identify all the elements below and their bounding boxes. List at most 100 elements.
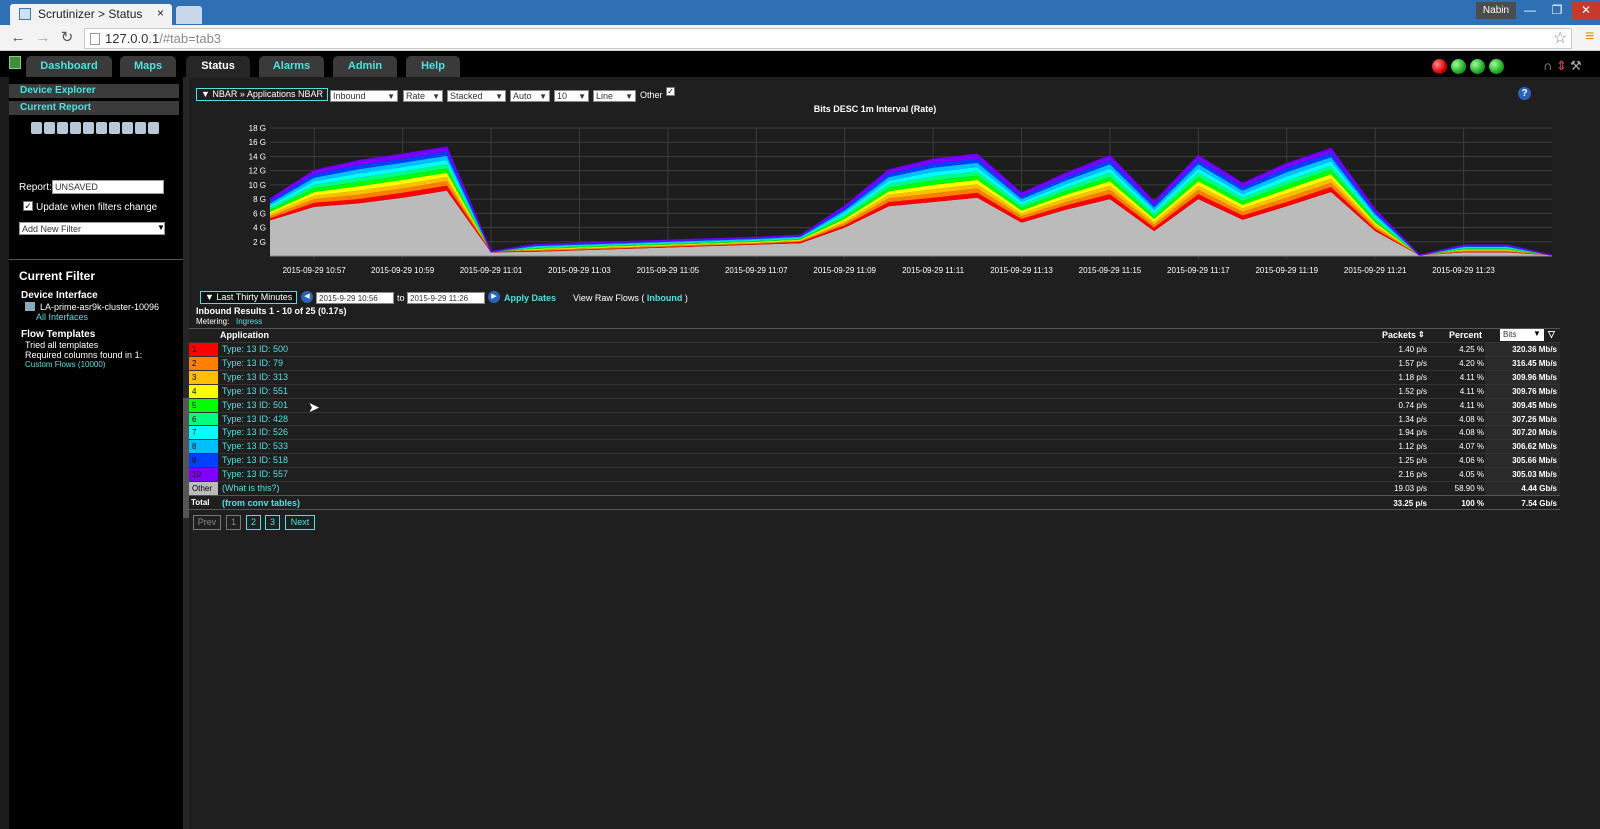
bookmark-star-icon[interactable]: ☆ (1553, 28, 1567, 48)
direction-select[interactable]: Inbound (330, 90, 398, 102)
headset-icon[interactable]: ∩ (1543, 58, 1552, 73)
app-link[interactable]: Type: 13 ID: 79 (222, 358, 283, 368)
other-checkbox[interactable]: ✓ (666, 87, 675, 96)
from-date-input[interactable]: 2015-9-29 10:56 (316, 292, 394, 304)
line-select[interactable]: Line (593, 90, 636, 102)
table-row[interactable]: 9 Type: 13 ID: 518 1.25 p/s 4.06 % 305.66 Mb… (189, 453, 1560, 468)
table-row[interactable]: 6 Type: 13 ID: 428 1.34 p/s 4.08 % 307.26 Mb… (189, 411, 1560, 426)
col-percent[interactable]: Percent (1449, 330, 1482, 340)
app-link[interactable]: Type: 13 ID: 533 (222, 441, 288, 451)
auto-select[interactable]: Auto (510, 90, 550, 102)
page-2-button[interactable]: 2 (246, 515, 261, 530)
stacked-select[interactable]: Stacked (447, 90, 506, 102)
col-packets[interactable]: Packets (1382, 330, 1416, 340)
status-red-icon[interactable] (1432, 59, 1447, 74)
chevron-down-icon: ▼ (1533, 329, 1541, 338)
all-interfaces-link[interactable]: All Interfaces (36, 312, 88, 322)
tab-status[interactable]: Status (186, 56, 250, 77)
total-packets: 33.25 p/s (1393, 499, 1427, 508)
table-row[interactable]: Other (What is this?) 19.03 p/s 58.90 % 4.44… (189, 481, 1560, 495)
status-green-icon[interactable] (1451, 59, 1466, 74)
report-name-input[interactable]: UNSAVED (52, 180, 164, 194)
app-link[interactable]: Type: 13 ID: 557 (222, 469, 288, 479)
report-tool-icon[interactable] (96, 122, 107, 134)
report-tool-icon[interactable] (83, 122, 94, 134)
back-arrow-icon[interactable]: ← (8, 28, 28, 48)
topn-select[interactable]: 10 (554, 90, 589, 102)
profile-user-badge[interactable]: Nabin (1476, 2, 1516, 19)
sort-icon[interactable]: ⇕ (1418, 330, 1425, 339)
column-menu-icon[interactable]: ▽ (1548, 329, 1555, 340)
app-top-nav: Dashboard Maps Status Alarms Admin Help (0, 51, 1600, 77)
add-filter-select[interactable]: Add New Filter (19, 222, 165, 235)
table-row[interactable]: 2 Type: 13 ID: 79 1.57 p/s 4.20 % 316.45 Mb/… (189, 355, 1560, 370)
app-link[interactable]: Type: 13 ID: 501 (222, 400, 288, 410)
maximize-button[interactable]: ❐ (1544, 2, 1570, 19)
table-row[interactable]: 4 Type: 13 ID: 551 1.52 p/s 4.11 % 309.76 Mb… (189, 383, 1560, 398)
total-app-link[interactable]: (from conv tables) (222, 498, 300, 508)
x-tick-label: 2015-09-29 11:05 (637, 266, 700, 275)
report-tool-icon[interactable] (135, 122, 146, 134)
time-range-select[interactable]: ▼ Last Thirty Minutes (200, 291, 298, 304)
tab-close-icon[interactable]: × (157, 6, 164, 20)
browser-menu-icon[interactable]: ≡ (1585, 28, 1594, 46)
prev-time-icon[interactable]: ◀ (301, 291, 313, 303)
report-breadcrumb-button[interactable]: ▼ NBAR » Applications NBAR (196, 88, 328, 101)
table-row[interactable]: 10 Type: 13 ID: 557 2.16 p/s 4.05 % 305.03 M… (189, 467, 1560, 482)
next-time-icon[interactable]: ▶ (488, 291, 500, 303)
table-row[interactable]: 3 Type: 13 ID: 313 1.18 p/s 4.11 % 309.96 Mb… (189, 369, 1560, 384)
color-swatch: 8 (189, 440, 218, 454)
address-bar[interactable]: 127.0.0.1/#tab=tab3 (84, 28, 1572, 49)
tab-help[interactable]: Help (406, 56, 460, 77)
update-checkbox[interactable]: ✓ (23, 201, 33, 211)
tools-icon[interactable]: ⚒ (1570, 58, 1582, 74)
app-link[interactable]: (What is this?) (222, 483, 280, 493)
rate-select[interactable]: Rate (403, 90, 443, 102)
col-application[interactable]: Application (220, 330, 269, 340)
other-label: Other (640, 90, 663, 100)
new-tab-button[interactable] (176, 6, 202, 24)
report-tool-icon[interactable] (148, 122, 159, 134)
prev-page-button[interactable]: Prev (193, 515, 221, 530)
reload-icon[interactable]: ↻ (57, 28, 77, 48)
app-link[interactable]: Type: 13 ID: 526 (222, 427, 288, 437)
report-tool-icon[interactable] (57, 122, 68, 134)
next-page-button[interactable]: Next (285, 515, 315, 530)
status-green-icon[interactable] (1470, 59, 1485, 74)
current-report-header[interactable]: Current Report (9, 101, 179, 115)
report-tool-icon[interactable] (122, 122, 133, 134)
apply-dates-button[interactable]: Apply Dates (504, 293, 556, 303)
raw-flows-inbound-link[interactable]: Inbound (647, 293, 683, 303)
forward-arrow-icon[interactable]: → (33, 28, 53, 48)
report-tool-icon[interactable] (70, 122, 81, 134)
app-link[interactable]: Type: 13 ID: 551 (222, 386, 288, 396)
page-3-button[interactable]: 3 (265, 515, 280, 530)
app-link[interactable]: Type: 13 ID: 313 (222, 372, 288, 382)
tab-dashboard[interactable]: Dashboard (26, 56, 112, 77)
table-row[interactable]: 8 Type: 13 ID: 533 1.12 p/s 4.07 % 306.62 Mb… (189, 439, 1560, 454)
report-tool-icon[interactable] (109, 122, 120, 134)
status-green-icon[interactable] (1489, 59, 1504, 74)
to-date-input[interactable]: 2015-9-29 11:26 (407, 292, 485, 304)
app-link[interactable]: Type: 13 ID: 518 (222, 455, 288, 465)
table-row[interactable]: 1 Type: 13 ID: 500 1.40 p/s 4.25 % 320.36 Mb… (189, 342, 1560, 356)
help-icon[interactable]: ? (1518, 87, 1531, 100)
browser-tab-active[interactable]: Scrutinizer > Status × (10, 4, 172, 25)
table-row[interactable]: 7 Type: 13 ID: 526 1.94 p/s 4.08 % 307.20 Mb… (189, 425, 1560, 440)
metering-value[interactable]: Ingress (236, 317, 262, 326)
tab-alarms[interactable]: Alarms (259, 56, 324, 77)
custom-flows-link[interactable]: Custom Flows (10000) (25, 360, 105, 369)
report-tool-icon[interactable] (44, 122, 55, 134)
app-link[interactable]: Type: 13 ID: 428 (222, 414, 288, 424)
report-tool-icon[interactable] (31, 122, 42, 134)
alert-arrows-icon[interactable]: ⇕ (1556, 58, 1567, 74)
device-explorer-header[interactable]: Device Explorer (9, 84, 179, 98)
tab-maps[interactable]: Maps (120, 56, 176, 77)
minimize-button[interactable]: — (1517, 2, 1543, 19)
page-1-button[interactable]: 1 (226, 515, 241, 530)
tab-admin[interactable]: Admin (333, 56, 397, 77)
y-tick-label: 10 G (249, 181, 266, 190)
app-link[interactable]: Type: 13 ID: 500 (222, 344, 288, 354)
close-window-button[interactable]: ✕ (1572, 2, 1600, 19)
table-row[interactable]: 5 Type: 13 ID: 501 0.74 p/s 4.11 % 309.45 Mb… (189, 397, 1560, 412)
